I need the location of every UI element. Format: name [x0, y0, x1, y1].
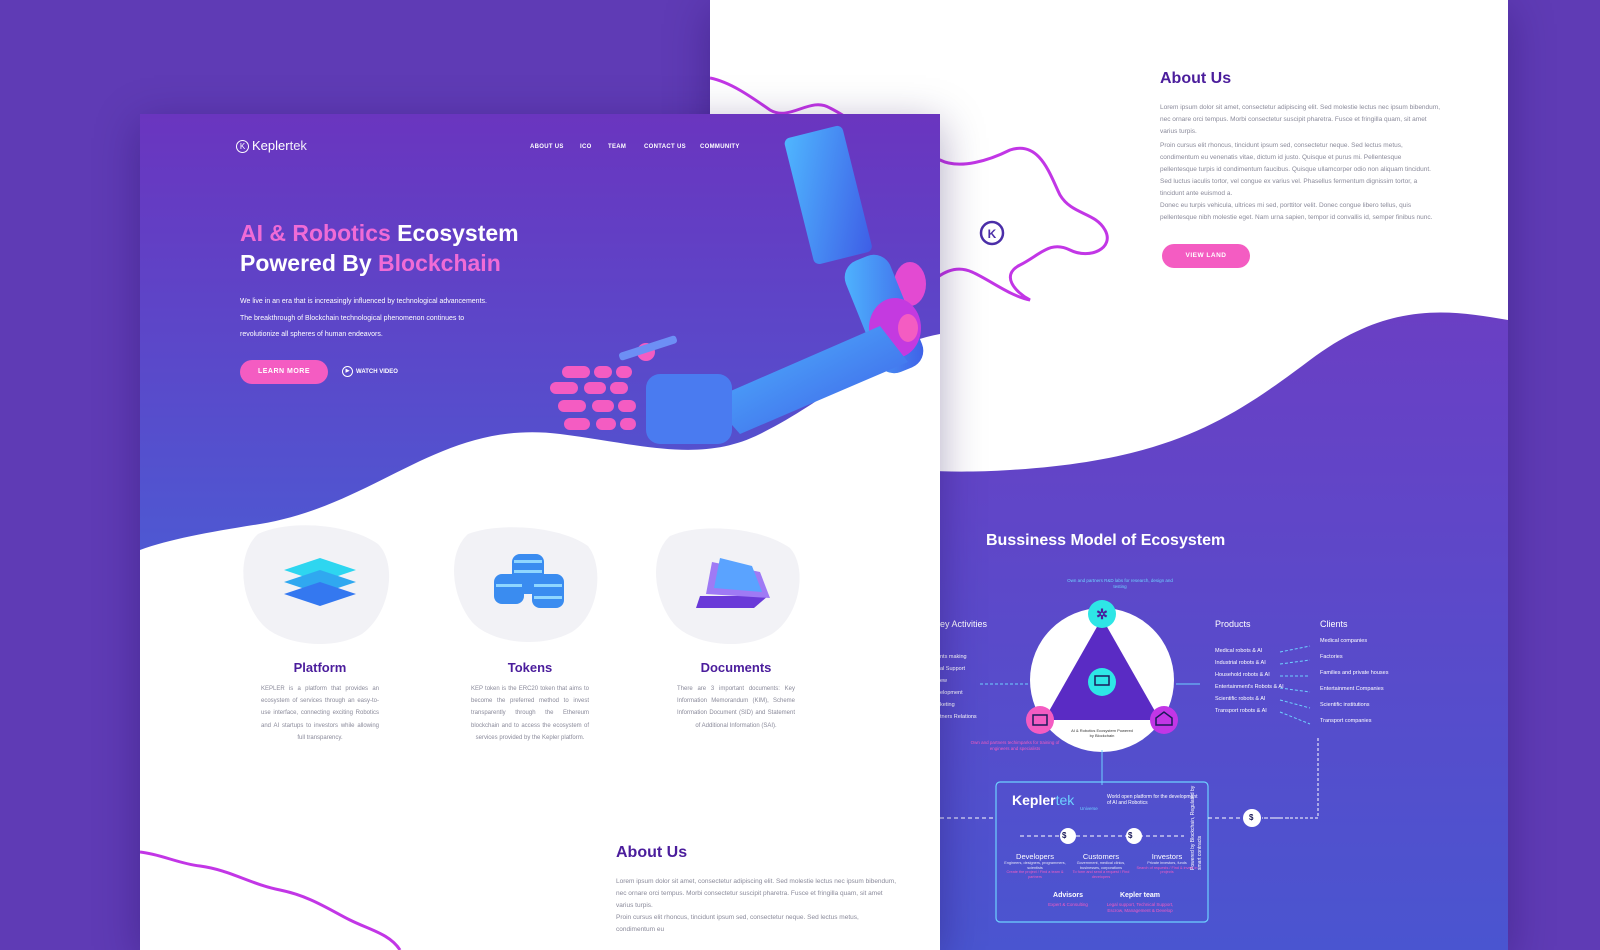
svg-text:K: K: [988, 227, 997, 241]
about-title: About Us: [1160, 70, 1232, 87]
activities-item: al Support: [940, 666, 966, 672]
about-paragraph-1: Lorem ipsum dolor sit amet, consectetur …: [1160, 104, 1440, 135]
role-name: Developers: [1016, 852, 1054, 861]
landing-page-mockup: K Keplertek ABOUT US ICO TEAM CONTACT US …: [140, 114, 940, 950]
feature-text: There are 3 important documents: Key Inf…: [677, 686, 795, 729]
nav-about-us[interactable]: ABOUT US: [530, 144, 564, 150]
about-paragraph-2: Proin cursus elit rhoncus, tincidunt ips…: [1160, 142, 1431, 197]
feature-documents: Documents There are 3 important document…: [656, 638, 816, 732]
products-title: Products: [1215, 619, 1251, 629]
bottom-about-paragraph-1: Lorem ipsum dolor sit amet, consectetur …: [616, 878, 896, 909]
role-action: Create the project / Find a team & partn…: [1006, 870, 1064, 879]
products-item: Household robots & AI: [1215, 672, 1270, 678]
nav-team[interactable]: TEAM: [608, 144, 626, 150]
dollar-icon: $: [1128, 831, 1133, 840]
feature-text: KEPLER is a platform that provides an ec…: [261, 686, 379, 741]
feature-title: Documents: [700, 660, 772, 675]
feature-platform: Platform KEPLER is a platform that provi…: [240, 638, 400, 744]
nav-ico[interactable]: ICO: [580, 144, 592, 150]
activities-item: nts making: [940, 654, 967, 660]
center-label: AI & Robotics Ecosystem Powered by Block…: [1071, 728, 1133, 738]
role-sub: Private investors, funds: [1147, 861, 1187, 865]
advisors-sub: Expert & Consulting: [1048, 902, 1088, 907]
clients-item: Scientific institutions: [1320, 702, 1370, 708]
products-item: Medical robots & AI: [1215, 648, 1263, 654]
role-name: Investors: [1151, 852, 1183, 861]
activities-item: keting: [940, 702, 955, 708]
nav-contact-us[interactable]: CONTACT US: [644, 144, 686, 150]
watch-video-link[interactable]: ▶ WATCH VIDEO: [342, 366, 398, 377]
products-item: Industrial robots & AI: [1215, 660, 1266, 666]
activities-item: tners Relations: [940, 714, 977, 720]
platform-desc: World open platform for the development …: [1107, 794, 1198, 806]
clients-item: Medical companies: [1320, 638, 1368, 644]
feature-tokens: Tokens KEP token is the ERC20 token that…: [450, 638, 610, 744]
top-note: Own and partners R&D labs for research, …: [1067, 578, 1173, 589]
clients-title: Clients: [1320, 619, 1348, 629]
role-item: Investors Private investors, funds Search …: [1135, 852, 1199, 875]
feature-text: KEP token is the ERC20 token that aims t…: [471, 686, 589, 741]
role-action: To form and send a request / Find develo…: [1072, 870, 1130, 879]
learn-more-button[interactable]: LEARN MORE: [240, 360, 328, 384]
feature-title: Tokens: [507, 660, 553, 675]
bottom-about-paragraph-2: Proin cursus elit rhoncus, tincidunt ips…: [616, 914, 859, 933]
products-item: Transport robots & AI: [1215, 708, 1267, 714]
universe-label: Universe: [1080, 806, 1098, 811]
role-name: Customers: [1082, 852, 1120, 861]
role-item: Developers Engineers, designers, programm…: [1003, 852, 1067, 879]
map-outline: [140, 850, 402, 950]
products-item: Scientific robots & AI: [1215, 696, 1266, 702]
role-sub: Engineers, designers, programmers, scien…: [1004, 861, 1066, 870]
clients-item: Factories: [1320, 654, 1343, 660]
nav-community[interactable]: COMMUNITY: [700, 144, 740, 150]
dollar-icon: $: [1249, 813, 1254, 822]
bottom-note: Own and partners techimparks for trainin…: [970, 740, 1060, 751]
clients-item: Families and private houses: [1320, 670, 1389, 676]
logo[interactable]: K Keplertek: [236, 138, 307, 154]
diagram-logo: Keplertek: [1012, 792, 1075, 808]
kepler-team-name: Kepler team: [1119, 892, 1161, 899]
bottom-about-title: About Us: [616, 844, 688, 861]
clients-item: Transport companies: [1320, 718, 1372, 724]
play-icon: ▶: [342, 366, 353, 377]
key-activities-title: ey Activities: [940, 619, 988, 629]
role-sub: Government, medical clinics, businesses,…: [1076, 861, 1126, 870]
products-item: Entertainment's Robots & AI: [1215, 684, 1284, 690]
feature-title: Platform: [293, 660, 347, 675]
role-item: Customers Government, medical clinics, bu…: [1069, 852, 1133, 879]
about-paragraph-3: Donec eu turpis vehicula, ultrices mi se…: [1160, 202, 1433, 221]
dollar-icon: $: [1062, 831, 1067, 840]
role-action: Search of requests / Find & invest in pr…: [1136, 865, 1198, 875]
logo-mark-icon: K: [236, 140, 249, 154]
view-land-button[interactable]: VIEW LAND: [1162, 244, 1250, 268]
clients-item: Entertainment Companies: [1320, 686, 1384, 692]
kepler-team-sub: Legal support, Technical Support, Escrow…: [1106, 902, 1174, 913]
hero-title: AI & Robotics Ecosystem Powered By Block…: [240, 220, 519, 276]
hero-description: We live in an era that is increasingly i…: [240, 298, 487, 338]
activities-item: ew: [940, 678, 948, 684]
diagram-title: Bussiness Model of Ecosystem: [986, 532, 1226, 549]
advisors-name: Advisors: [1053, 892, 1083, 899]
svg-text:✲: ✲: [1096, 606, 1108, 622]
activities-item: elopment: [940, 690, 963, 696]
